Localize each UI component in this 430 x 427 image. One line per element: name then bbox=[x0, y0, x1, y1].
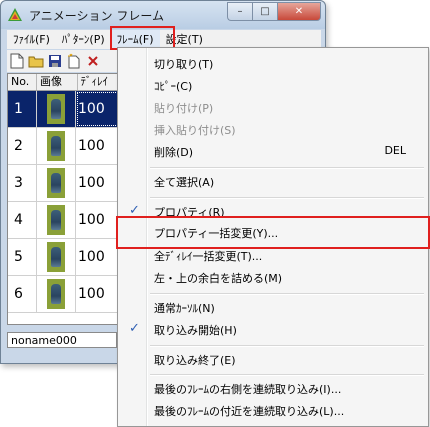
frame-delay[interactable]: 100 bbox=[76, 276, 119, 312]
frame-thumbnail bbox=[47, 242, 65, 272]
menu-item-paste[interactable]: 貼り付け(P) bbox=[120, 96, 426, 118]
frame-number: 3 bbox=[8, 165, 37, 201]
menu-item-delete[interactable]: 削除(D) DEL bbox=[120, 140, 426, 162]
save-disk-icon[interactable] bbox=[47, 53, 63, 69]
frame-list: No. 画像 ﾃﾞｨﾚｲ 1 100 2 100 3 100 4 100 5 1… bbox=[7, 73, 121, 325]
column-header-image[interactable]: 画像 bbox=[37, 74, 78, 90]
column-header-delay[interactable]: ﾃﾞｨﾚｲ bbox=[78, 74, 120, 90]
menu-item-capture-start[interactable]: ✓ 取り込み開始(H) bbox=[120, 318, 426, 340]
menu-item-capture-right[interactable]: 最後のﾌﾚｰﾑの右側を連続取り込み(I)... bbox=[120, 377, 426, 399]
close-button[interactable]: ✕ bbox=[277, 2, 321, 21]
frame-row[interactable]: 2 100 bbox=[8, 128, 120, 165]
frame-list-header: No. 画像 ﾃﾞｨﾚｲ bbox=[8, 74, 120, 91]
app-icon bbox=[8, 8, 22, 21]
menu-pattern[interactable]: ﾊﾟﾀｰﾝ(P) bbox=[56, 30, 111, 49]
menu-separator bbox=[150, 167, 424, 169]
frame-delay[interactable]: 100 bbox=[76, 91, 119, 127]
frame-delay[interactable]: 100 bbox=[76, 128, 119, 164]
frame-thumbnail bbox=[47, 94, 65, 124]
frame-delay[interactable]: 100 bbox=[76, 202, 119, 238]
maximize-button[interactable]: □ bbox=[252, 2, 277, 21]
frame-number: 4 bbox=[8, 202, 37, 238]
menu-separator bbox=[150, 293, 424, 295]
menu-item-normal-cursor[interactable]: 通常ｶｰｿﾙ(N) bbox=[120, 296, 426, 318]
frame-delay[interactable]: 100 bbox=[76, 165, 119, 201]
frame-row[interactable]: 1 100 bbox=[8, 91, 120, 128]
menu-item-insert-paste[interactable]: 挿入貼り付け(S) bbox=[120, 118, 426, 140]
delete-x-icon[interactable] bbox=[85, 53, 101, 69]
menu-separator bbox=[150, 374, 424, 376]
menu-item-copy[interactable]: ｺﾋﾟｰ(C) bbox=[120, 74, 426, 96]
frame-number: 6 bbox=[8, 276, 37, 312]
menu-separator bbox=[150, 345, 424, 347]
window-controls: – □ ✕ bbox=[227, 2, 321, 21]
frame-row[interactable]: 5 100 bbox=[8, 239, 120, 276]
menu-file[interactable]: ﾌｧｲﾙ(F) bbox=[7, 30, 56, 49]
window-title: アニメーション フレーム bbox=[29, 9, 164, 23]
frame-thumbnail bbox=[47, 205, 65, 235]
column-header-no[interactable]: No. bbox=[8, 74, 37, 90]
title-bar[interactable]: アニメーション フレーム – □ ✕ bbox=[1, 1, 325, 29]
menu-item-capture-end[interactable]: 取り込み終了(E) bbox=[120, 348, 426, 370]
checkmark-icon: ✓ bbox=[129, 321, 140, 336]
frame-number: 5 bbox=[8, 239, 37, 275]
new-file-icon[interactable] bbox=[9, 53, 25, 69]
menu-item-trim-margins[interactable]: 左・上の余白を詰める(M) bbox=[120, 266, 426, 288]
toolbar bbox=[7, 50, 121, 72]
bulk-properties-highlight bbox=[116, 216, 430, 249]
menu-item-select-all[interactable]: 全て選択(A) bbox=[120, 170, 426, 192]
minimize-button[interactable]: – bbox=[227, 2, 252, 21]
menu-item-cut[interactable]: 切り取り(T) bbox=[120, 52, 426, 74]
menu-item-capture-near[interactable]: 最後のﾌﾚｰﾑの付近を連続取り込み(L)... bbox=[120, 399, 426, 421]
filename-field[interactable]: noname000 bbox=[7, 332, 117, 348]
frame-row[interactable]: 3 100 bbox=[8, 165, 120, 202]
frame-row[interactable]: 4 100 bbox=[8, 202, 120, 239]
frame-thumbnail bbox=[47, 279, 65, 309]
delete-shortcut: DEL bbox=[384, 144, 406, 157]
frame-number: 2 bbox=[8, 128, 37, 164]
frame-row[interactable]: 6 100 bbox=[8, 276, 120, 313]
frame-thumbnail bbox=[47, 131, 65, 161]
frame-thumbnail bbox=[47, 168, 65, 198]
open-folder-icon[interactable] bbox=[28, 53, 44, 69]
frame-number: 1 bbox=[8, 91, 37, 127]
frame-delay[interactable]: 100 bbox=[76, 239, 119, 275]
menu-separator bbox=[150, 197, 424, 199]
new-frame-icon[interactable] bbox=[66, 53, 82, 69]
